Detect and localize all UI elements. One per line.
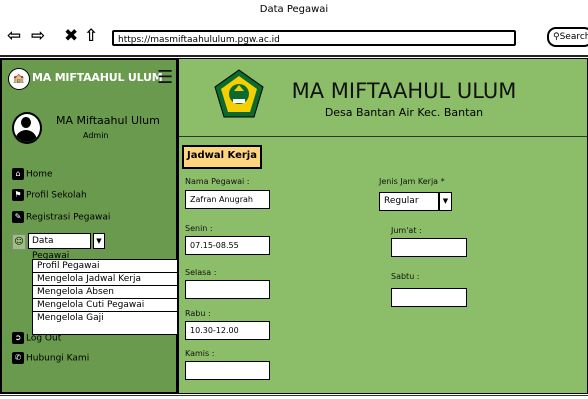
jumat-field[interactable] (391, 238, 467, 257)
bottom-divider (0, 395, 588, 396)
logout-icon: ➲ (12, 332, 24, 344)
jumat-label: Jum'at : (391, 226, 422, 235)
data-pegawai-dropdown: Profil Pegawai Mengelola Jadwal Kerja Me… (32, 259, 178, 335)
sidebar-item-label: Home (26, 169, 53, 180)
selasa-label: Selasa : (185, 268, 217, 277)
nama-pegawai-label: Nama Pegawai : (185, 177, 250, 186)
brand-name: MA MIFTAAHUL ULUM (32, 71, 163, 84)
sidebar-item-log-out[interactable]: ➲ Log Out (12, 332, 61, 344)
dropdown-option-gaji[interactable]: Mengelola Gaji (33, 312, 177, 325)
ministry-emblem-icon (214, 69, 264, 118)
main-content: MA MIFTAAHUL ULUM Desa Bantan Air Kec. B… (178, 58, 588, 394)
chrome-divider (0, 55, 588, 57)
arrow-left-icon[interactable]: ⇦ (7, 27, 21, 45)
chevron-down-icon[interactable]: ▼ (93, 233, 105, 249)
data-pegawai-select[interactable]: Data Pegawai (28, 233, 91, 261)
search-button[interactable]: ⚲Search (547, 27, 588, 47)
sidebar-item-profil-sekolah[interactable]: ⚑ Profil Sekolah (12, 189, 87, 201)
school-logo-icon: 🏫 (8, 68, 30, 90)
phone-icon: ✆ (12, 352, 24, 364)
section-title: Jadwal Kerja (182, 145, 262, 169)
url-bar[interactable]: https://masmiftaahululum.pgw.ac.id (112, 30, 516, 46)
dropdown-option-profil-pegawai[interactable]: Profil Pegawai (33, 260, 177, 273)
sidebar-item-home[interactable]: ⌂ Home (12, 168, 53, 180)
sidebar-item-label: Registrasi Pegawai (26, 212, 111, 223)
sidebar-item-hubungi-kami[interactable]: ✆ Hubungi Kami (12, 352, 89, 364)
search-label: Search (559, 32, 588, 42)
arrow-right-icon[interactable]: ⇨ (31, 27, 45, 45)
nama-pegawai-field[interactable]: Zafran Anugrah (185, 190, 270, 209)
senin-label: Senin : (185, 224, 213, 233)
sabtu-label: Sabtu : (391, 272, 420, 281)
window-title: Data Pegawai (259, 4, 329, 15)
sidebar-brand: 🏫 MA MIFTAAHUL ULUM ☰ (2, 60, 176, 98)
hamburger-menu-icon[interactable]: ☰ (157, 69, 173, 87)
search-icon: ⚲ (553, 32, 560, 42)
sidebar: 🏫 MA MIFTAAHUL ULUM ☰ MA Miftaahul Ulum … (0, 58, 178, 394)
kamis-field[interactable] (185, 361, 270, 380)
sabtu-field[interactable] (391, 288, 467, 307)
dropdown-option-absen[interactable]: Mengelola Absen (33, 286, 177, 299)
sidebar-item-registrasi-pegawai[interactable]: ✎ Registrasi Pegawai (12, 211, 110, 223)
rabu-label: Rabu : (185, 309, 211, 318)
sidebar-item-label: Log Out (26, 333, 62, 344)
header-divider (179, 136, 587, 137)
chevron-down-icon[interactable]: ▼ (439, 192, 452, 211)
user-profile: MA Miftaahul Ulum Admin (2, 100, 176, 160)
user-icon: ☺ (12, 234, 26, 250)
school-icon: ⚑ (12, 189, 24, 201)
jenis-jam-kerja-select[interactable]: Regular (379, 192, 439, 211)
sidebar-item-label: Hubungi Kami (26, 353, 90, 364)
jenis-jam-kerja-label: Jenis Jam Kerja * (379, 177, 445, 186)
home-icon[interactable]: ⇧ (84, 27, 98, 45)
close-icon[interactable]: ✖ (64, 27, 78, 45)
school-title: MA MIFTAAHUL ULUM (291, 79, 517, 103)
rabu-field[interactable]: 10.30-12.00 (185, 321, 270, 340)
dropdown-option-cuti-pegawai[interactable]: Mengelola Cuti Pegawai (33, 299, 177, 312)
senin-field[interactable]: 07.15-08.55 (185, 236, 270, 255)
edit-icon: ✎ (12, 211, 24, 223)
selasa-field[interactable] (185, 280, 270, 299)
sidebar-item-label: Profil Sekolah (26, 190, 87, 201)
avatar (12, 112, 42, 144)
dropdown-option-jadwal-kerja[interactable]: Mengelola Jadwal Kerja (33, 273, 177, 286)
profile-role: Admin (83, 131, 109, 140)
kamis-label: Kamis : (185, 349, 215, 358)
school-subtitle: Desa Bantan Air Kec. Bantan (324, 106, 484, 119)
profile-name: MA Miftaahul Ulum (56, 114, 160, 127)
home-icon: ⌂ (12, 168, 24, 180)
